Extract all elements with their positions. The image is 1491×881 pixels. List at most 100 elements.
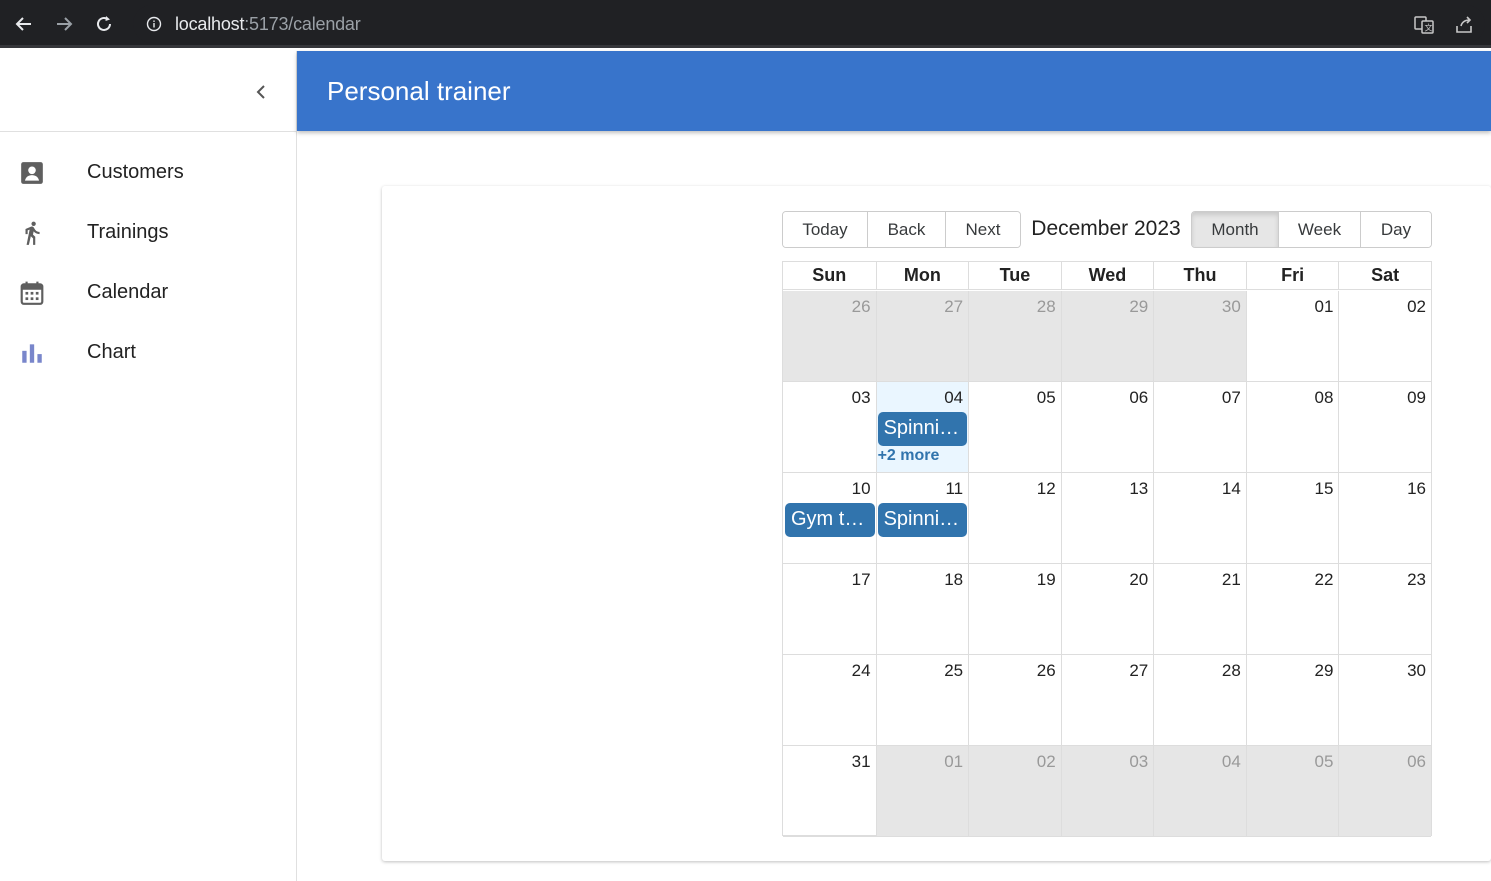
day-cell[interactable]: 07 bbox=[1153, 382, 1246, 472]
day-cell[interactable]: 24 bbox=[783, 655, 876, 745]
day-number[interactable]: 12 bbox=[1037, 479, 1056, 499]
sidebar-item-customers[interactable]: Customers bbox=[0, 142, 296, 202]
day-number[interactable]: 25 bbox=[944, 661, 963, 681]
day-number[interactable]: 06 bbox=[1407, 752, 1426, 772]
day-cell[interactable]: 08 bbox=[1245, 382, 1339, 472]
day-cell[interactable]: 18 bbox=[875, 564, 969, 654]
day-cell[interactable]: 02 bbox=[968, 746, 1061, 836]
reload-icon[interactable] bbox=[90, 10, 118, 38]
day-cell[interactable]: 05 bbox=[1245, 746, 1339, 836]
day-cell[interactable]: 03 bbox=[783, 382, 876, 472]
calendar-event[interactable]: Spinning bbox=[877, 412, 968, 446]
site-info-icon[interactable] bbox=[146, 16, 162, 32]
day-number[interactable]: 19 bbox=[1037, 570, 1056, 590]
day-cell[interactable]: 05 bbox=[968, 382, 1061, 472]
day-cell[interactable]: 25 bbox=[875, 655, 969, 745]
day-number[interactable]: 26 bbox=[1037, 661, 1056, 681]
day-cell[interactable]: 20 bbox=[1060, 564, 1154, 654]
next-button[interactable]: Next bbox=[946, 212, 1020, 247]
day-number[interactable]: 24 bbox=[852, 661, 871, 681]
day-number[interactable]: 29 bbox=[1129, 297, 1148, 317]
day-cell[interactable]: 26 bbox=[968, 655, 1061, 745]
day-number[interactable]: 27 bbox=[1129, 661, 1148, 681]
day-cell[interactable]: 27 bbox=[1060, 655, 1154, 745]
calendar-event[interactable]: Gym training bbox=[785, 503, 875, 537]
today-button[interactable]: Today bbox=[783, 212, 868, 247]
sidebar-item-chart[interactable]: Chart bbox=[0, 322, 296, 382]
day-cell[interactable]: 28 bbox=[1153, 655, 1246, 745]
day-number[interactable]: 06 bbox=[1129, 388, 1148, 408]
day-number[interactable]: 10 bbox=[852, 479, 871, 499]
day-number[interactable]: 16 bbox=[1407, 479, 1426, 499]
week-view-button[interactable]: Week bbox=[1279, 212, 1361, 247]
day-number[interactable]: 23 bbox=[1407, 570, 1426, 590]
day-number[interactable]: 29 bbox=[1314, 661, 1333, 681]
day-cell[interactable]: 30 bbox=[1338, 655, 1431, 745]
day-cell[interactable]: 14 bbox=[1153, 473, 1246, 563]
show-more-link[interactable]: +2 more bbox=[878, 447, 940, 465]
day-number[interactable]: 30 bbox=[1222, 297, 1241, 317]
day-cell[interactable]: 16 bbox=[1338, 473, 1431, 563]
day-view-button[interactable]: Day bbox=[1361, 212, 1431, 247]
day-number[interactable]: 09 bbox=[1407, 388, 1426, 408]
day-number[interactable]: 05 bbox=[1037, 388, 1056, 408]
day-number[interactable]: 02 bbox=[1037, 752, 1056, 772]
day-number[interactable]: 07 bbox=[1222, 388, 1241, 408]
day-cell[interactable]: 27 bbox=[875, 291, 969, 381]
day-number[interactable]: 05 bbox=[1314, 752, 1333, 772]
sidebar-item-trainings[interactable]: Trainings bbox=[0, 202, 296, 262]
day-cell[interactable]: 02 bbox=[1338, 291, 1431, 381]
day-number[interactable]: 02 bbox=[1407, 297, 1426, 317]
day-number[interactable]: 01 bbox=[944, 752, 963, 772]
day-cell[interactable]: 21 bbox=[1153, 564, 1246, 654]
day-number[interactable]: 04 bbox=[1222, 752, 1241, 772]
day-number[interactable]: 28 bbox=[1037, 297, 1056, 317]
day-number[interactable]: 03 bbox=[1129, 752, 1148, 772]
day-number[interactable]: 18 bbox=[944, 570, 963, 590]
day-cell[interactable]: 01 bbox=[1245, 291, 1339, 381]
day-number[interactable]: 04 bbox=[944, 388, 963, 408]
day-number[interactable]: 08 bbox=[1314, 388, 1333, 408]
day-cell[interactable]: 31 bbox=[783, 746, 876, 836]
forward-arrow-icon[interactable] bbox=[50, 10, 78, 38]
day-cell[interactable]: 28 bbox=[968, 291, 1061, 381]
day-cell[interactable]: 19 bbox=[968, 564, 1061, 654]
day-cell[interactable]: 13 bbox=[1060, 473, 1154, 563]
sidebar-item-calendar[interactable]: Calendar bbox=[0, 262, 296, 322]
day-number[interactable]: 31 bbox=[852, 752, 871, 772]
day-number[interactable]: 15 bbox=[1314, 479, 1333, 499]
day-cell[interactable]: 06 bbox=[1338, 746, 1431, 836]
day-cell[interactable]: 06 bbox=[1060, 382, 1154, 472]
day-cell[interactable]: 03 bbox=[1060, 746, 1154, 836]
day-number[interactable]: 17 bbox=[852, 570, 871, 590]
day-number[interactable]: 21 bbox=[1222, 570, 1241, 590]
day-number[interactable]: 27 bbox=[944, 297, 963, 317]
day-number[interactable]: 30 bbox=[1407, 661, 1426, 681]
day-cell[interactable]: 26 bbox=[783, 291, 876, 381]
day-cell[interactable]: 15 bbox=[1245, 473, 1339, 563]
month-view-button[interactable]: Month bbox=[1192, 212, 1279, 247]
address-bar[interactable]: localhost:5173/calendar bbox=[133, 5, 1485, 43]
day-number[interactable]: 14 bbox=[1222, 479, 1241, 499]
day-number[interactable]: 20 bbox=[1129, 570, 1148, 590]
day-cell[interactable]: 22 bbox=[1245, 564, 1339, 654]
day-number[interactable]: 13 bbox=[1129, 479, 1148, 499]
back-arrow-icon[interactable] bbox=[10, 10, 38, 38]
day-number[interactable]: 26 bbox=[852, 297, 871, 317]
back-button[interactable]: Back bbox=[868, 212, 946, 247]
chevron-left-icon[interactable] bbox=[248, 79, 274, 105]
day-cell[interactable]: 12 bbox=[968, 473, 1061, 563]
day-cell[interactable]: 04 bbox=[1153, 746, 1246, 836]
day-number[interactable]: 01 bbox=[1314, 297, 1333, 317]
day-cell[interactable]: 29 bbox=[1245, 655, 1339, 745]
day-cell[interactable]: 23 bbox=[1338, 564, 1431, 654]
day-number[interactable]: 03 bbox=[852, 388, 871, 408]
translate-icon[interactable]: 文 bbox=[1413, 14, 1435, 36]
share-icon[interactable] bbox=[1453, 14, 1475, 36]
calendar-event[interactable]: Spinning bbox=[877, 503, 968, 537]
day-cell[interactable]: 29 bbox=[1060, 291, 1154, 381]
day-cell[interactable]: 17 bbox=[783, 564, 876, 654]
day-number[interactable]: 11 bbox=[945, 479, 963, 499]
day-cell[interactable]: 30 bbox=[1153, 291, 1246, 381]
day-cell[interactable]: 01 bbox=[875, 746, 969, 836]
